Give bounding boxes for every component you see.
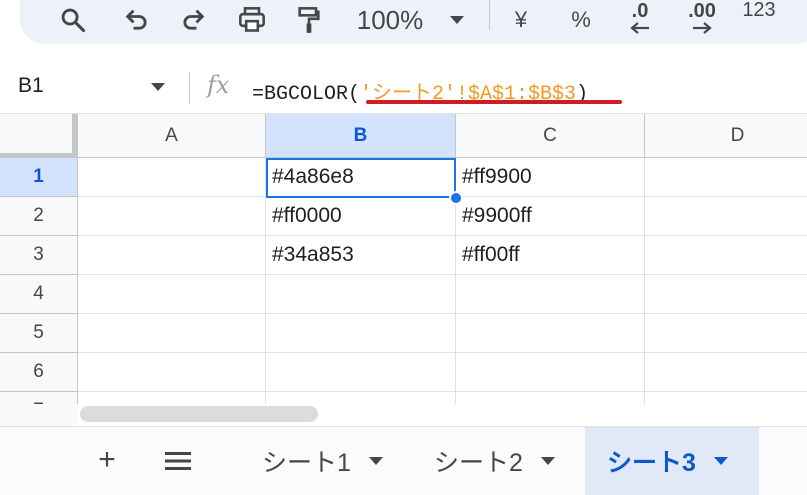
cell-d3[interactable] [645, 236, 807, 275]
cell-b3[interactable]: #34a853 [266, 236, 456, 275]
sheet-tab-bar: + シート1 シート2 シート3 [0, 426, 807, 495]
select-all-corner[interactable] [0, 114, 78, 158]
cell-a6[interactable] [78, 353, 266, 392]
column-header-a[interactable]: A [78, 114, 266, 158]
cell-d5[interactable] [645, 314, 807, 353]
row-header-6[interactable]: 6 [0, 353, 78, 392]
sheet-tab-1[interactable]: シート1 [262, 427, 383, 495]
arrow-left-icon [630, 22, 649, 34]
cell-c7[interactable] [456, 392, 645, 404]
cell-a1[interactable] [78, 158, 266, 197]
sheet-tab-label: シート3 [607, 449, 696, 477]
sheet-tab-label: シート1 [262, 449, 351, 477]
row-header-4[interactable]: 4 [0, 275, 78, 314]
name-box[interactable]: B1 [18, 74, 44, 98]
name-box-dropdown-icon[interactable] [150, 82, 166, 92]
cell-c4[interactable] [456, 275, 645, 314]
cell-b6[interactable] [266, 353, 456, 392]
search-menus-button[interactable] [56, 0, 90, 40]
cell-d2[interactable] [645, 197, 807, 236]
red-underline-annotation [366, 100, 622, 104]
frozen-row-handle[interactable] [0, 153, 78, 157]
sheet-tab-2[interactable]: シート2 [434, 427, 555, 495]
row-header-2[interactable]: 2 [0, 197, 78, 236]
caret-down-icon [450, 16, 464, 24]
sheet-tab-label: シート2 [434, 449, 523, 477]
cell-c2[interactable]: #9900ff [456, 197, 645, 236]
column-header-d[interactable]: D [645, 114, 807, 158]
column-header-c[interactable]: C [456, 114, 645, 158]
undo-icon [125, 9, 147, 30]
cell-d6[interactable] [645, 353, 807, 392]
scrollbar-thumb[interactable] [80, 406, 318, 422]
cell-c3[interactable]: #ff00ff [456, 236, 645, 275]
cell-d7[interactable] [645, 392, 807, 404]
add-sheet-button[interactable]: + [92, 443, 122, 477]
caret-down-icon[interactable] [368, 457, 383, 465]
number-format-button[interactable]: 123 [738, 0, 780, 21]
cell-a5[interactable] [78, 314, 266, 353]
row-header-5[interactable]: 5 [0, 314, 78, 353]
horizontal-scrollbar[interactable] [0, 404, 807, 426]
cell-b5[interactable] [266, 314, 456, 353]
redo-button[interactable] [176, 0, 210, 40]
column-header-b[interactable]: B [266, 114, 456, 158]
arrow-right-icon [693, 22, 712, 34]
number-format-label: 123 [742, 0, 776, 21]
cell-a7[interactable] [78, 392, 266, 404]
undo-button[interactable] [120, 0, 154, 40]
cell-a4[interactable] [78, 275, 266, 314]
fx-icon: fx [207, 71, 230, 99]
decrease-decimal-button[interactable]: .0 [620, 0, 660, 40]
caret-down-icon[interactable] [713, 457, 728, 465]
toolbar: 100% ¥ % .0 .00 123 [0, 0, 807, 62]
search-icon [61, 8, 86, 33]
sheet-tab-3[interactable]: シート3 [585, 427, 759, 495]
decrease-decimal-label: .0 [631, 0, 649, 22]
formula-prefix: =BGCOLOR( [252, 83, 361, 106]
print-icon [239, 7, 265, 32]
frozen-column-handle[interactable] [72, 114, 77, 158]
scrollbar-gutter [0, 404, 78, 426]
spreadsheet-grid: A B C D 1 2 3 4 5 6 7 #4a86e8 #ff9900 #f… [0, 114, 807, 404]
toolbar-divider [489, 0, 490, 30]
percent-label: % [571, 7, 591, 32]
zoom-select[interactable]: 100% [352, 0, 428, 40]
paint-roller-icon [298, 7, 320, 33]
cell-c5[interactable] [456, 314, 645, 353]
formula-bar-divider [189, 72, 190, 104]
cell-a2[interactable] [78, 197, 266, 236]
cell-a3[interactable] [78, 236, 266, 275]
fill-handle[interactable] [449, 191, 463, 205]
caret-down-icon[interactable] [540, 457, 555, 465]
cell-b7[interactable] [266, 392, 456, 404]
increase-decimal-label: .00 [688, 0, 716, 22]
cell-c1[interactable]: #ff9900 [456, 158, 645, 197]
cell-b2[interactable]: #ff0000 [266, 197, 456, 236]
cell-c6[interactable] [456, 353, 645, 392]
currency-label: ¥ [514, 7, 528, 32]
cell-d4[interactable] [645, 275, 807, 314]
row-header-1[interactable]: 1 [0, 158, 78, 197]
row-header-7[interactable]: 7 [0, 392, 78, 404]
zoom-value: 100% [356, 4, 424, 35]
cell-b1[interactable]: #4a86e8 [266, 158, 456, 197]
percent-format-button[interactable]: % [566, 0, 596, 40]
redo-icon [183, 9, 205, 30]
all-sheets-menu-icon[interactable] [164, 451, 192, 471]
cell-d1[interactable] [645, 158, 807, 197]
row-header-3[interactable]: 3 [0, 236, 78, 275]
zoom-dropdown-button[interactable] [444, 0, 470, 40]
formula-bar: B1 fx =BGCOLOR('シート2'!$A$1:$B$3) [0, 62, 807, 114]
paint-format-button[interactable] [292, 0, 326, 40]
currency-format-button[interactable]: ¥ [506, 0, 536, 40]
cell-b4[interactable] [266, 275, 456, 314]
increase-decimal-button[interactable]: .00 [680, 0, 724, 40]
print-button[interactable] [234, 0, 270, 40]
